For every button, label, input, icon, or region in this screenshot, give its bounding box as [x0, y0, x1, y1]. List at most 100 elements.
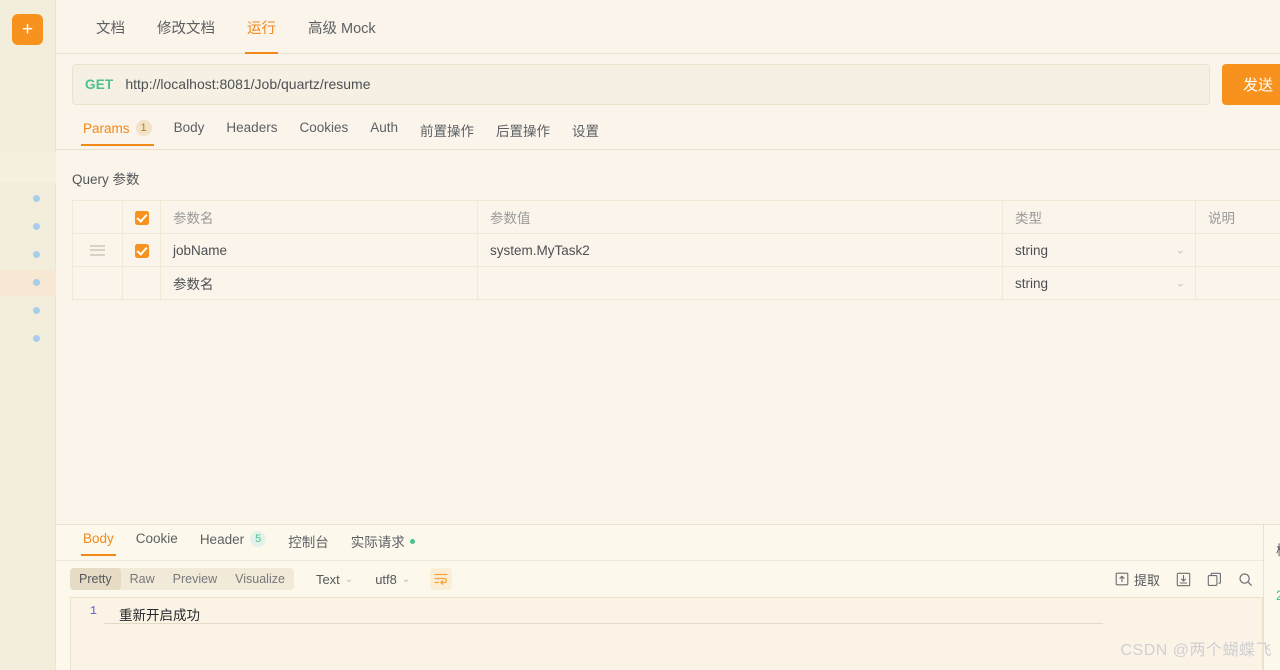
word-wrap-icon	[434, 573, 448, 585]
code-area[interactable]: 1 重新开启成功	[70, 597, 1263, 670]
header-select-all-cell	[122, 200, 161, 234]
header-param-name: 参数名	[160, 200, 478, 234]
api-client-window: + 文档 修改文档 运行 高级 Mock GET http://localhos…	[0, 0, 1280, 670]
tab-edit-doc[interactable]: 修改文档	[141, 0, 231, 54]
download-button[interactable]	[1176, 572, 1191, 587]
tree-dot-icon	[33, 251, 40, 258]
tab-params-badge: 1	[135, 120, 152, 136]
response-tab-header-label: Header	[199, 531, 245, 547]
tab-params[interactable]: Params 1	[72, 114, 163, 146]
tab-settings[interactable]: 设置	[561, 114, 610, 150]
word-wrap-toggle-button[interactable]	[430, 568, 453, 590]
response-section: Body Cookie Header 5 控制台 实际请求 Pretty Raw…	[56, 524, 1280, 670]
response-tab-cookie[interactable]: Cookie	[125, 525, 189, 556]
row-param-type-value: string	[1015, 275, 1049, 291]
copy-icon	[1207, 572, 1221, 586]
tab-headers[interactable]: Headers	[215, 114, 288, 145]
header-handle-cell	[72, 200, 123, 234]
view-mode-raw[interactable]: Raw	[121, 568, 164, 590]
row-param-value-input[interactable]	[477, 266, 1003, 300]
table-row: 参数名 string ⌄	[72, 266, 1280, 300]
tab-body[interactable]: Body	[163, 114, 216, 145]
tab-doc[interactable]: 文档	[80, 0, 141, 54]
row-enabled-checkbox[interactable]	[134, 243, 149, 258]
tab-post-operation[interactable]: 后置操作	[485, 114, 561, 150]
sidebar-tree-item-3[interactable]	[0, 242, 56, 268]
chevron-down-icon: ⌄	[401, 573, 411, 585]
row-param-type-select[interactable]: string ⌄	[1002, 266, 1196, 300]
extract-label: 提取	[1133, 572, 1160, 588]
url-input[interactable]: GET http://localhost:8081/Job/quartz/res…	[72, 63, 1210, 105]
tab-pre-operation-label: 前置操作	[420, 124, 475, 139]
tab-auth[interactable]: Auth	[359, 114, 409, 145]
view-mode-pretty[interactable]: Pretty	[70, 568, 121, 590]
view-mode-preview[interactable]: Preview	[164, 568, 226, 590]
search-icon	[1239, 572, 1252, 586]
active-line-underline	[104, 623, 1103, 624]
http-method-label: GET	[85, 76, 114, 92]
tab-run[interactable]: 运行	[231, 0, 292, 54]
response-encoding-select[interactable]: utf8 ⌄	[375, 572, 410, 587]
response-tab-header-badge: 5	[250, 531, 267, 547]
row-param-name-input[interactable]: 参数名	[160, 266, 478, 300]
response-toolbar: Pretty Raw Preview Visualize Text ⌄ utf8…	[56, 561, 1263, 597]
response-tab-body[interactable]: Body	[72, 525, 125, 556]
row-param-desc-input[interactable]	[1195, 266, 1280, 300]
response-tab-body-label: Body	[83, 531, 114, 546]
copy-button[interactable]	[1207, 572, 1222, 587]
unread-dot-icon	[409, 538, 415, 544]
row-param-desc-input[interactable]	[1195, 233, 1280, 267]
response-tab-console-label: 控制台	[288, 535, 329, 550]
send-button[interactable]: 发送	[1222, 63, 1280, 105]
tab-pre-operation[interactable]: 前置操作	[409, 114, 485, 150]
response-tab-actual-request-label: 实际请求	[350, 535, 405, 550]
add-button[interactable]: +	[12, 14, 43, 45]
row-param-type-select[interactable]: string ⌄	[1002, 233, 1196, 267]
row-param-name-input[interactable]: jobName	[160, 233, 478, 267]
sidebar-tree-item-5[interactable]	[0, 298, 56, 324]
response-status-row: 200 14	[1276, 588, 1280, 603]
row-drag-handle-cell	[72, 266, 123, 300]
tab-settings-label: 设置	[572, 124, 600, 139]
sidebar-tree-item-2[interactable]	[0, 214, 56, 240]
sidebar-tree-item-4-selected[interactable]	[0, 270, 56, 296]
tab-post-operation-label: 后置操作	[496, 124, 551, 139]
response-validation-panel: 校验响应 200 14	[1263, 525, 1280, 670]
drag-handle-icon[interactable]	[90, 242, 105, 258]
row-param-type-value: string	[1015, 242, 1049, 258]
response-format-select[interactable]: Text ⌄	[316, 572, 353, 587]
view-mode-visualize[interactable]: Visualize	[226, 568, 294, 590]
response-tool-buttons: 提取	[1115, 570, 1253, 589]
row-param-value-input[interactable]: system.MyTask2	[477, 233, 1003, 267]
extract-button[interactable]: 提取	[1115, 570, 1160, 589]
tab-body-label: Body	[173, 120, 205, 135]
tab-cookies-label: Cookies	[299, 120, 349, 135]
search-button[interactable]	[1238, 572, 1253, 587]
row-checkbox-cell	[122, 266, 161, 300]
header-param-value: 参数值	[477, 200, 1003, 234]
response-main: Body Cookie Header 5 控制台 实际请求 Pretty Raw…	[56, 525, 1263, 670]
response-tab-console[interactable]: 控制台	[277, 525, 340, 561]
sidebar-tree-item-1[interactable]	[0, 186, 56, 212]
url-bar: GET http://localhost:8081/Job/quartz/res…	[56, 54, 1280, 114]
tab-advanced-mock[interactable]: 高级 Mock	[292, 0, 392, 54]
response-tab-actual-request[interactable]: 实际请求	[340, 525, 426, 561]
select-all-checkbox[interactable]	[134, 210, 149, 225]
row-drag-handle-cell[interactable]	[72, 233, 123, 267]
tab-auth-label: Auth	[370, 120, 399, 135]
line-number-gutter: 1	[71, 598, 105, 670]
response-body-editor[interactable]: 1 重新开启成功	[56, 597, 1263, 670]
tree-dot-icon	[33, 195, 40, 202]
response-tab-header[interactable]: Header 5	[189, 525, 277, 557]
params-table: 参数名 参数值 类型 说明 jobName system.MyTask2 str…	[72, 200, 1280, 300]
tab-headers-label: Headers	[226, 120, 278, 135]
document-tabs: 文档 修改文档 运行 高级 Mock	[56, 0, 1280, 54]
response-view-mode-group: Pretty Raw Preview Visualize	[70, 568, 294, 590]
request-tabs: Params 1 Body Headers Cookies Auth 前置操作 …	[56, 114, 1280, 150]
header-param-desc: 说明	[1195, 200, 1280, 234]
tab-cookies[interactable]: Cookies	[288, 114, 359, 145]
tab-params-label: Params	[83, 120, 130, 136]
status-code: 200	[1276, 588, 1280, 603]
sidebar-tree-item-6[interactable]	[0, 326, 56, 352]
extract-icon	[1115, 572, 1129, 586]
